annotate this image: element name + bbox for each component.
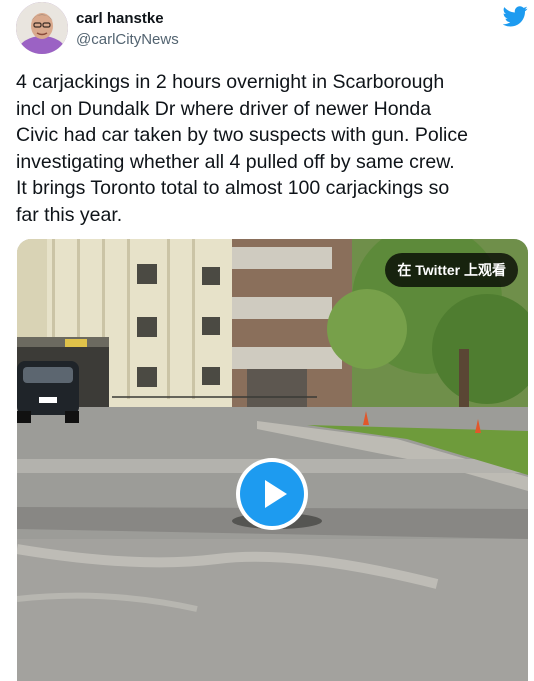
tweet-card: carl hanstke @carlCityNews 4 carjackings… <box>0 0 534 681</box>
watch-on-twitter-badge[interactable]: 在 Twitter 上观看 <box>385 253 518 287</box>
play-icon <box>240 462 304 526</box>
twitter-bird-icon[interactable] <box>502 6 528 27</box>
author-names: carl hanstke @carlCityNews <box>76 9 179 49</box>
display-name[interactable]: carl hanstke <box>76 9 179 28</box>
video-player[interactable]: 在 Twitter 上观看 <box>17 239 528 681</box>
play-button[interactable] <box>236 458 308 530</box>
avatar[interactable] <box>16 2 68 54</box>
tweet-header: carl hanstke @carlCityNews <box>16 2 532 54</box>
tweet-text: 4 carjackings in 2 hours overnight in Sc… <box>16 71 468 226</box>
handle[interactable]: @carlCityNews <box>76 30 179 49</box>
